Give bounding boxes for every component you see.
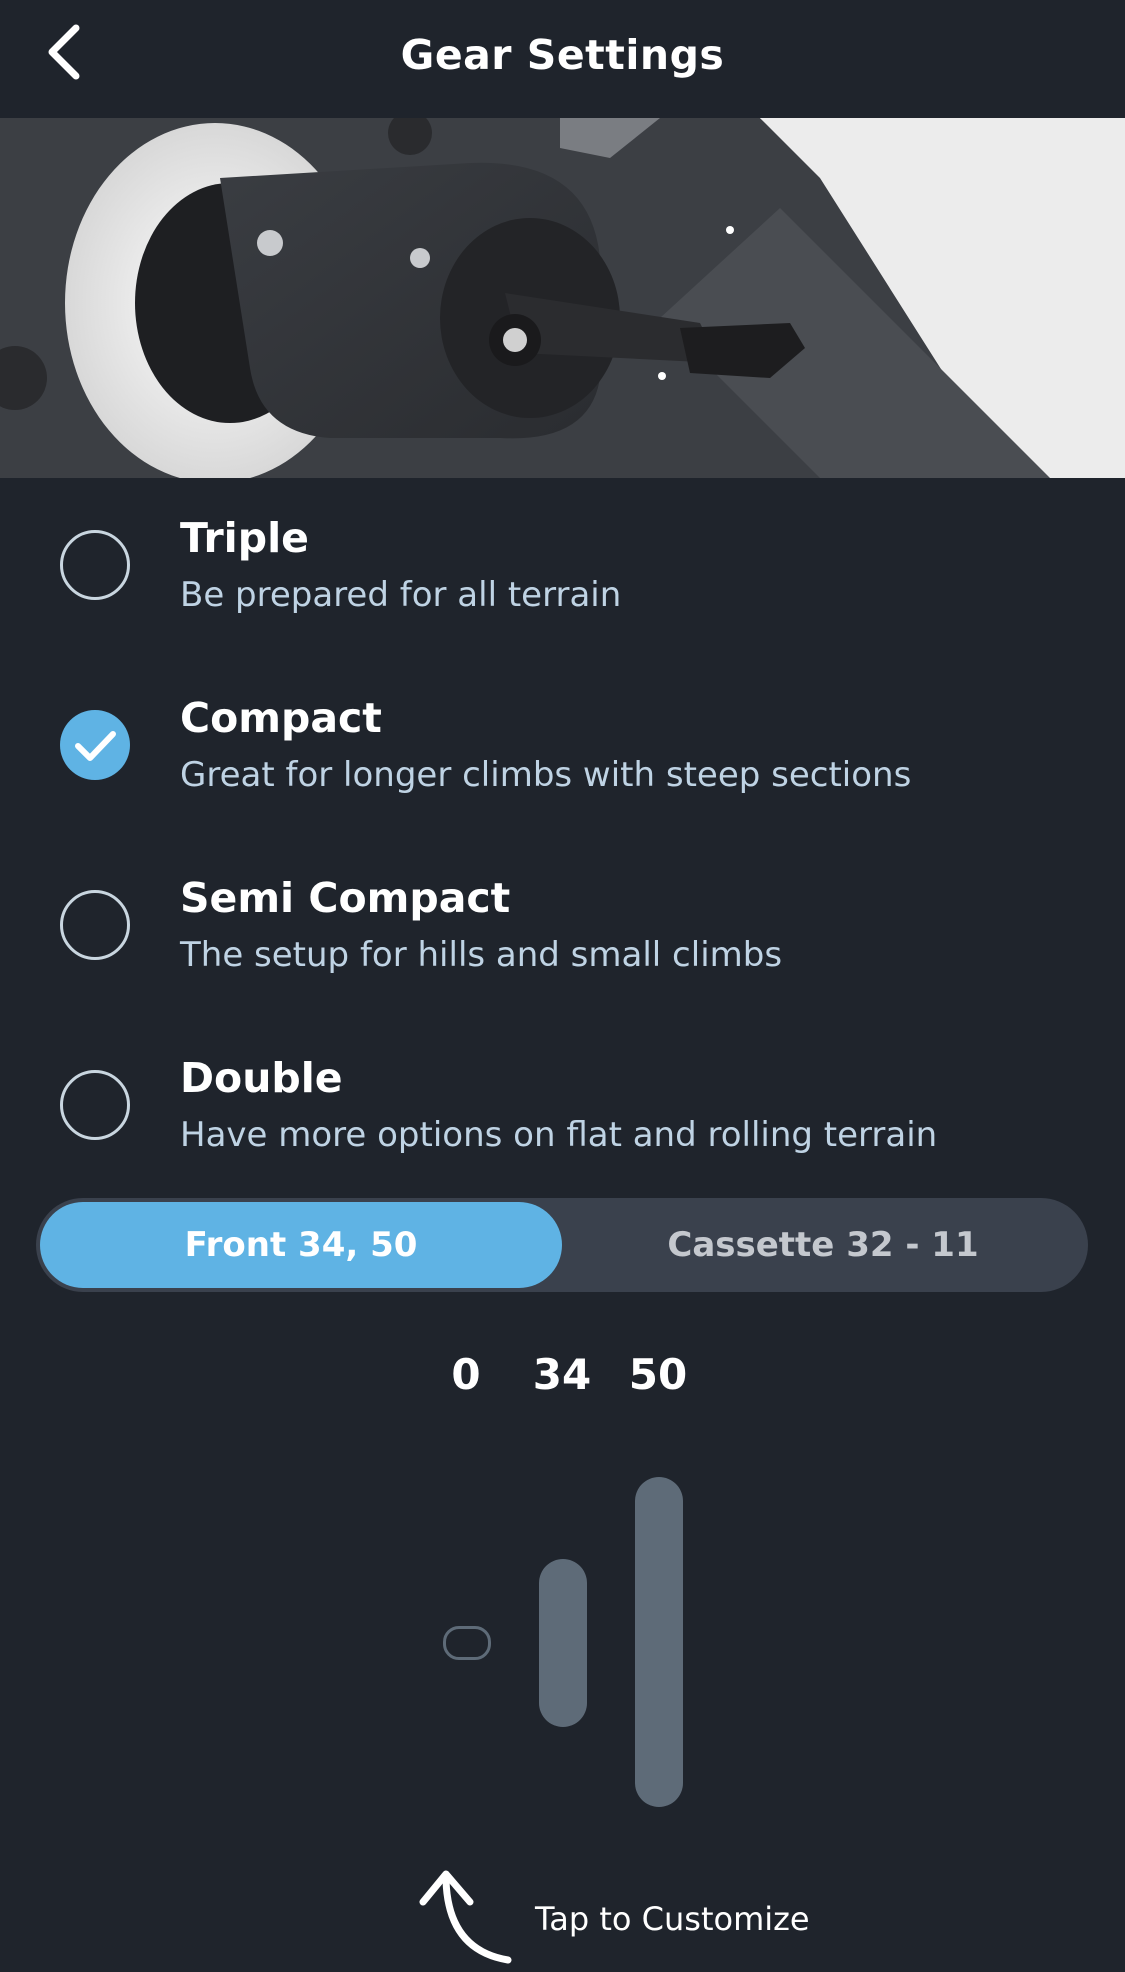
option-triple[interactable]: Triple Be prepared for all terrain <box>0 490 1125 650</box>
chainring-bar-50[interactable] <box>635 1477 683 1807</box>
radio-checked-icon[interactable] <box>60 710 130 780</box>
front-cassette-toggle: Front 34, 50 Cassette 32 - 11 <box>36 1198 1088 1292</box>
radio-unchecked-icon[interactable] <box>60 1070 130 1140</box>
radio-unchecked-icon[interactable] <box>60 890 130 960</box>
option-compact[interactable]: Compact Great for longer climbs with ste… <box>0 670 1125 830</box>
option-double[interactable]: Double Have more options on flat and rol… <box>0 1030 1125 1190</box>
chainring-label: 50 <box>628 1350 688 1399</box>
option-title: Semi Compact <box>180 874 511 922</box>
option-title: Triple <box>180 514 309 562</box>
trainer-crank-image <box>0 118 1125 478</box>
tab-front[interactable]: Front 34, 50 <box>40 1202 562 1288</box>
option-description: The setup for hills and small climbs <box>180 935 783 975</box>
chainring-label: 0 <box>451 1350 481 1399</box>
top-bar: Gear Settings <box>0 0 1125 118</box>
tap-to-customize-label[interactable]: Tap to Customize <box>535 1900 810 1938</box>
curved-arrow-up-icon <box>419 1870 512 1964</box>
chainring-label: 34 <box>532 1350 592 1399</box>
chainring-bar-34[interactable] <box>539 1559 587 1727</box>
option-description: Great for longer climbs with steep secti… <box>180 755 912 795</box>
tab-cassette[interactable]: Cassette 32 - 11 <box>562 1202 1084 1288</box>
option-description: Have more options on flat and rolling te… <box>180 1115 938 1155</box>
option-title: Compact <box>180 694 382 742</box>
radio-unchecked-icon[interactable] <box>60 530 130 600</box>
chainring-bar-0[interactable] <box>443 1626 491 1660</box>
option-semi-compact[interactable]: Semi Compact The setup for hills and sma… <box>0 850 1125 1010</box>
option-description: Be prepared for all terrain <box>180 575 622 615</box>
option-title: Double <box>180 1054 343 1102</box>
checkmark-icon <box>75 731 116 761</box>
page-title: Gear Settings <box>400 31 725 79</box>
